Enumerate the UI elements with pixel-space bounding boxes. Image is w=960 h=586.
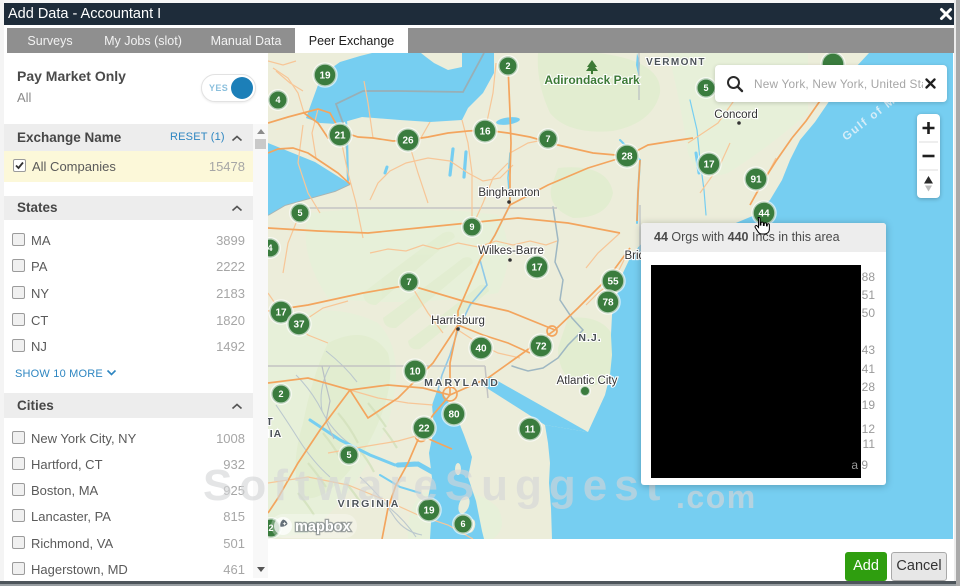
svg-text:80: 80: [448, 410, 460, 421]
svg-text:2: 2: [278, 389, 283, 399]
svg-text:5: 5: [703, 83, 708, 93]
svg-text:17: 17: [275, 308, 287, 319]
svg-text:55: 55: [607, 277, 619, 288]
svg-text:26: 26: [402, 136, 414, 147]
svg-text:22: 22: [418, 424, 430, 435]
svg-text:78: 78: [602, 298, 614, 309]
svg-text:5: 5: [346, 450, 351, 460]
svg-text:28: 28: [621, 152, 633, 163]
svg-text:21: 21: [334, 131, 346, 142]
svg-text:mapbox: mapbox: [295, 519, 351, 535]
svg-text:17: 17: [703, 160, 715, 171]
svg-text:Harrisburg: Harrisburg: [431, 315, 485, 327]
svg-text:2: 2: [505, 61, 510, 71]
svg-text:91: 91: [750, 175, 762, 186]
svg-text:Concord: Concord: [714, 109, 757, 121]
svg-text:72: 72: [535, 342, 547, 353]
svg-text:Adirondack Park: Adirondack Park: [544, 73, 640, 87]
svg-text:4: 4: [268, 243, 273, 253]
svg-text:10: 10: [409, 367, 421, 378]
svg-text:4: 4: [275, 95, 280, 105]
svg-text:T: T: [268, 416, 274, 428]
svg-text:40: 40: [475, 344, 487, 355]
svg-text:37: 37: [293, 320, 305, 331]
svg-text:16: 16: [479, 127, 491, 138]
svg-text:IIA: IIA: [268, 428, 282, 440]
svg-text:N.J.: N.J.: [578, 332, 601, 344]
svg-text:5: 5: [297, 208, 302, 218]
svg-text:Binghamton: Binghamton: [478, 187, 539, 199]
svg-text:9: 9: [469, 222, 474, 232]
svg-text:7: 7: [545, 134, 550, 144]
svg-text:MARYLAND: MARYLAND: [424, 377, 500, 389]
svg-text:7: 7: [406, 277, 411, 287]
svg-text:19: 19: [319, 71, 331, 82]
svg-text:17: 17: [531, 263, 543, 274]
svg-text:Atlantic City: Atlantic City: [557, 375, 618, 387]
svg-text:11: 11: [525, 425, 536, 436]
svg-text:6: 6: [460, 519, 465, 529]
svg-text:VERMONT: VERMONT: [646, 57, 706, 68]
